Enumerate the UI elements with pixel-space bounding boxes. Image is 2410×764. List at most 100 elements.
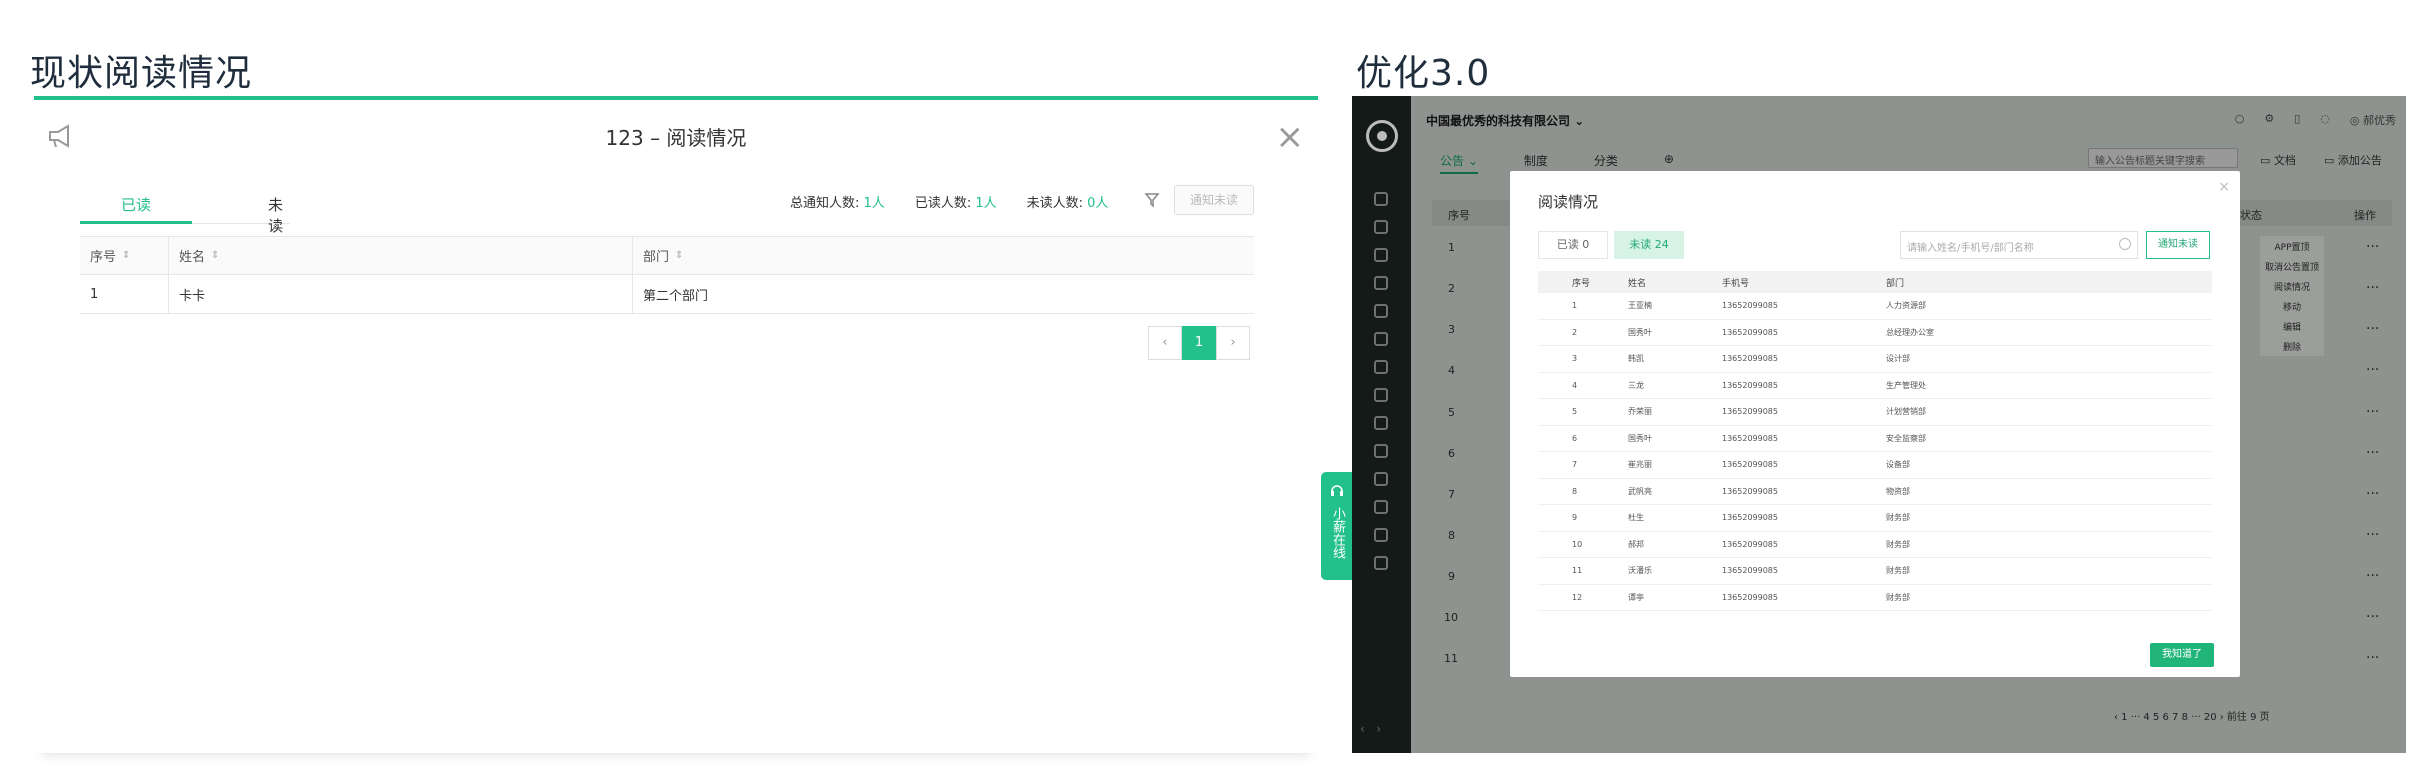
close-icon[interactable]: × xyxy=(1276,120,1305,154)
bg-row-index: 3 xyxy=(1448,323,1455,336)
table-row: 3 韩凯 13652099085 设计部 xyxy=(1538,346,2212,373)
tab-read[interactable]: 已读 xyxy=(80,194,192,224)
doc-button[interactable]: ▭ 文档 xyxy=(2260,152,2296,168)
dialog-title: 123 – 阅读情况 xyxy=(605,126,747,150)
row-action-menu: APP置顶 取消公告置顶 阅读情况 移动 编辑 删除 xyxy=(2260,236,2324,356)
read-stats: 总通知人数: 1人 已读人数: 1人 未读人数: 0人 xyxy=(790,192,1108,211)
chat-label: 小薪在线 xyxy=(1330,507,1345,559)
current-read-status-dialog: 123 – 阅读情况 × 已读 未读 总通知人数: 1人 已读人数: 1人 未读… xyxy=(34,96,1353,753)
member-search-input[interactable]: 请输入姓名/手机号/部门名称 xyxy=(1900,231,2138,259)
more-icon[interactable]: ··· xyxy=(2366,321,2379,337)
search-icon[interactable] xyxy=(2119,238,2131,250)
sidebar: ‹ › xyxy=(1352,96,1411,753)
doc-icon[interactable]: ▯ xyxy=(2294,112,2300,128)
table-row: 1 王亚楠 13652099085 人力资源部 xyxy=(1538,293,2212,320)
contacts-icon[interactable] xyxy=(1374,248,1388,262)
tab-read[interactable]: 已读 0 xyxy=(1538,231,1608,259)
bg-row-index: 8 xyxy=(1448,529,1455,542)
table-row: 11 沃潘乐 13652099085 财务部 xyxy=(1538,558,2212,585)
menu-item-move[interactable]: 移动 xyxy=(2260,298,2324,318)
cell-dept: 第二个部门 xyxy=(643,288,709,304)
sort-icon[interactable]: ⇕ xyxy=(122,250,130,261)
filter-icon[interactable] xyxy=(1144,192,1160,208)
column-header-dept: 部门 xyxy=(1886,278,1905,289)
menu-item-app-top[interactable]: APP置顶 xyxy=(2260,238,2324,258)
tab-announcement[interactable]: 公告 ⌄ xyxy=(1440,152,1478,174)
section-heading-optimized: 优化3.0 xyxy=(1356,53,1491,94)
logo-icon xyxy=(1366,120,1398,152)
more-icon[interactable]: ··· xyxy=(2366,280,2379,296)
shield-icon[interactable] xyxy=(1374,304,1388,318)
more-icon[interactable]: ··· xyxy=(2366,568,2379,584)
column-header-index: 序号 xyxy=(1572,278,1591,289)
briefcase-icon[interactable] xyxy=(1374,500,1388,514)
collapse-arrows-icon[interactable]: ‹ › xyxy=(1360,722,1381,736)
more-icon[interactable]: ··· xyxy=(2366,609,2379,625)
menu-item-edit[interactable]: 编辑 xyxy=(2260,318,2324,338)
sort-icon[interactable]: ⇕ xyxy=(675,250,683,261)
column-header-dept[interactable]: 部门 ⇕ xyxy=(633,237,1254,274)
user-menu[interactable]: ◎ 郝优秀 xyxy=(2350,112,2396,128)
bg-row-index: 7 xyxy=(1448,488,1455,501)
table-row: 9 杜生 13652099085 财务部 xyxy=(1538,505,2212,532)
column-header-index[interactable]: 序号 ⇕ xyxy=(80,237,169,274)
id-card-icon[interactable] xyxy=(1374,556,1388,570)
optimized-screenshot: ‹ › 中国最优秀的科技有限公司 ⌄ ○ ⚙ ▯ ◌ ◎ 郝优秀 公告 ⌄ 制度… xyxy=(1352,96,2406,753)
chart-icon[interactable] xyxy=(1374,472,1388,486)
read-status-modal: 阅读情况 × 已读 0 未读 24 请输入姓名/手机号/部门名称 通知未读 序号… xyxy=(1510,171,2240,677)
menu-item-cancel-top[interactable]: 取消公告置顶 xyxy=(2260,258,2324,278)
frame-icon[interactable] xyxy=(1374,360,1388,374)
notify-unread-button[interactable]: 通知未读 xyxy=(1174,185,1254,215)
more-icon[interactable]: ··· xyxy=(2366,239,2379,255)
search-icon[interactable]: ○ xyxy=(2235,112,2245,128)
cell-index: 1 xyxy=(80,275,169,313)
bg-row-index: 9 xyxy=(1448,570,1455,583)
menu-item-read-status[interactable]: 阅读情况 xyxy=(2260,278,2324,298)
unread-table: 序号 姓名 手机号 部门 1 王亚楠 13652099085 人力资源部 2 国秀叶 13… xyxy=(1538,271,2212,611)
tab-unread[interactable]: 未读 xyxy=(268,194,290,236)
badge-icon[interactable] xyxy=(1374,528,1388,542)
table-row: 7 崔兆丽 13652099085 设备部 xyxy=(1538,452,2212,479)
menu-item-delete[interactable]: 删除 xyxy=(2260,338,2324,358)
modal-title: 阅读情况 xyxy=(1538,193,1599,211)
top-toolbar: ○ ⚙ ▯ ◌ ◎ 郝优秀 xyxy=(2235,112,2396,128)
gear-icon[interactable]: ⚙ xyxy=(2264,112,2274,128)
prev-page-button[interactable]: ‹ xyxy=(1148,326,1182,360)
calendar-icon[interactable] xyxy=(1374,276,1388,290)
close-icon[interactable]: × xyxy=(2218,179,2230,195)
online-chat-button[interactable]: 小薪在线 xyxy=(1321,472,1353,580)
acknowledge-button[interactable]: 我知道了 xyxy=(2150,643,2214,667)
company-name[interactable]: 中国最优秀的科技有限公司 ⌄ xyxy=(1426,112,1584,129)
bg-row-index: 6 xyxy=(1448,447,1455,460)
bell-icon[interactable]: ◌ xyxy=(2320,112,2330,128)
more-icon[interactable]: ··· xyxy=(2366,404,2379,420)
person-icon[interactable] xyxy=(1374,416,1388,430)
notify-unread-button[interactable]: 通知未读 xyxy=(2146,231,2210,259)
announcement-search-input[interactable]: 输入公告标题关键字搜索 xyxy=(2088,148,2238,168)
cell-name: 卡卡 xyxy=(169,275,633,313)
more-icon[interactable]: ··· xyxy=(2366,445,2379,461)
table-header: 序号 姓名 手机号 部门 xyxy=(1538,271,2212,293)
report-icon[interactable] xyxy=(1374,388,1388,402)
more-icon[interactable]: ··· xyxy=(2366,486,2379,502)
stat-unread: 未读人数: 0人 xyxy=(1026,196,1109,211)
user-icon[interactable] xyxy=(1374,220,1388,234)
settings-icon[interactable] xyxy=(1374,332,1388,346)
table-row: 12 谭亭 13652099085 财务部 xyxy=(1538,585,2212,611)
home-icon[interactable] xyxy=(1374,192,1388,206)
add-announcement-button[interactable]: ▭ 添加公告 xyxy=(2324,152,2382,168)
more-icon[interactable]: ··· xyxy=(2366,650,2379,666)
more-icon[interactable]: ··· xyxy=(2366,362,2379,378)
column-header-name[interactable]: 姓名 ⇕ xyxy=(169,237,633,274)
bg-pagination[interactable]: ‹ 1 ··· 4 5 6 7 8 ··· 20 › 前往 9 页 xyxy=(2114,708,2270,723)
table-row: 8 武帆亮 13652099085 物资部 xyxy=(1538,479,2212,505)
tab-unread[interactable]: 未读 24 xyxy=(1614,231,1684,259)
page-button-current[interactable]: 1 xyxy=(1182,326,1216,360)
next-page-button[interactable]: › xyxy=(1216,326,1250,360)
sort-icon[interactable]: ⇕ xyxy=(211,250,219,261)
table-row: 10 郝邦 13652099085 财务部 xyxy=(1538,532,2212,558)
more-icon[interactable]: ··· xyxy=(2366,527,2379,543)
pagination: ‹ 1 › xyxy=(1148,326,1250,360)
pie-icon[interactable] xyxy=(1374,444,1388,458)
read-table: 序号 ⇕ 姓名 ⇕ 部门 ⇕ 1 卡卡 第二个部门 xyxy=(80,236,1254,314)
